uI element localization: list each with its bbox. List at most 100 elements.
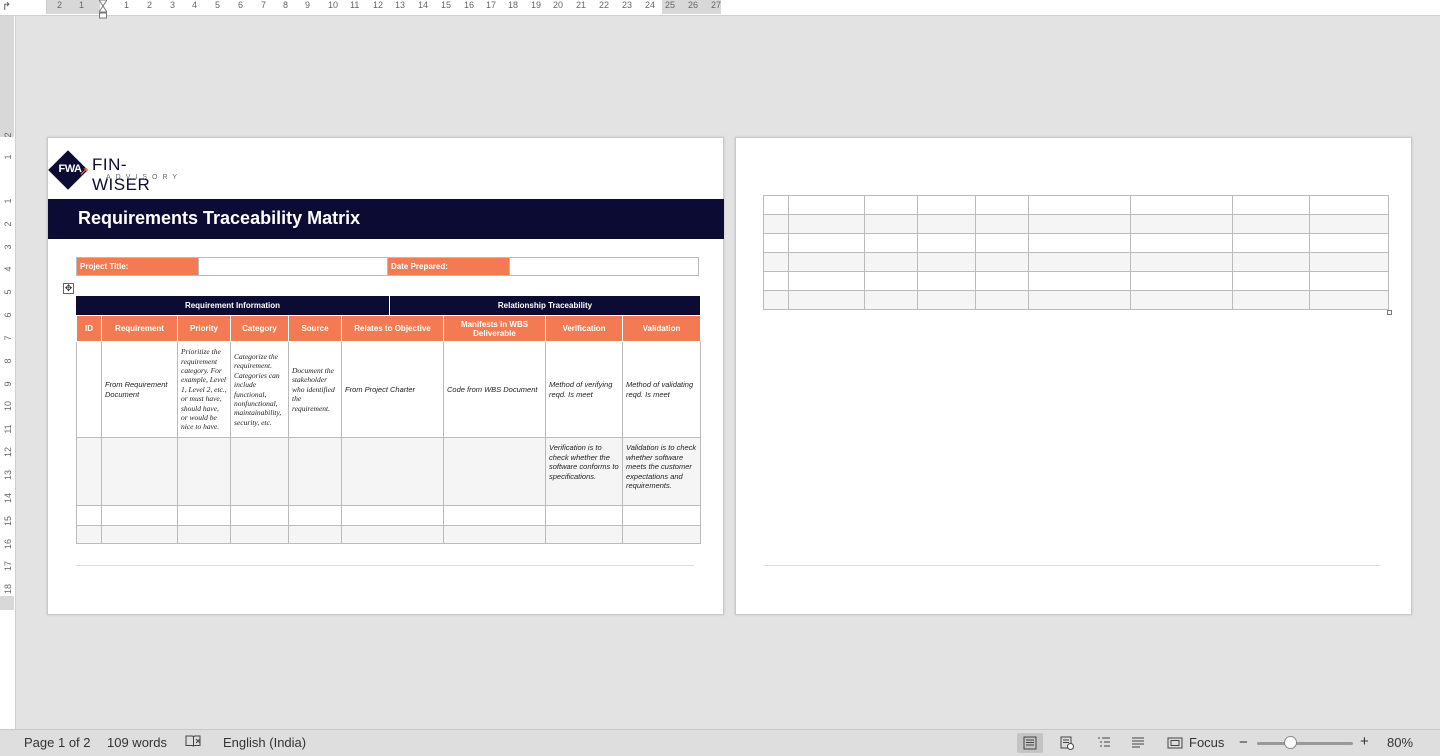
empty-cell[interactable] xyxy=(1232,290,1310,310)
empty-cell[interactable] xyxy=(177,505,231,526)
empty-cell[interactable] xyxy=(101,505,178,526)
cell-category[interactable] xyxy=(230,437,289,506)
empty-cell[interactable] xyxy=(763,195,789,215)
cell-validation[interactable]: Validation is to check whether software … xyxy=(622,437,701,506)
empty-cell[interactable] xyxy=(763,233,789,253)
cell-objective[interactable] xyxy=(341,437,444,506)
cell-wbs[interactable] xyxy=(443,437,546,506)
document-page-1[interactable]: FWA ➚ FIN-WISER ADVISORY Requirements Tr… xyxy=(47,137,724,615)
empty-cell[interactable] xyxy=(864,214,918,234)
cell-verification[interactable]: Method of verifying reqd. Is meet xyxy=(545,341,623,438)
cell-requirement[interactable] xyxy=(101,437,178,506)
table-resize-handle[interactable] xyxy=(1387,310,1392,315)
empty-cell[interactable] xyxy=(763,252,789,272)
empty-cell[interactable] xyxy=(1309,290,1389,310)
document-title[interactable]: Requirements Traceability Matrix xyxy=(78,208,360,229)
empty-cell[interactable] xyxy=(975,271,1029,291)
empty-cell[interactable] xyxy=(1028,252,1131,272)
language-indicator[interactable]: English (India) xyxy=(223,735,306,750)
zoom-slider[interactable] xyxy=(1257,742,1353,745)
cell-priority[interactable]: Prioritize the requirement category. For… xyxy=(177,341,231,438)
project-title-field[interactable] xyxy=(198,258,388,275)
empty-cell[interactable] xyxy=(1309,252,1389,272)
empty-cell[interactable] xyxy=(975,233,1029,253)
proofing-icon[interactable] xyxy=(185,735,202,751)
date-prepared-field[interactable] xyxy=(509,258,698,275)
empty-cell[interactable] xyxy=(1232,252,1310,272)
zoom-in-button[interactable]: + xyxy=(1360,733,1369,750)
empty-cell[interactable] xyxy=(763,271,789,291)
empty-cell[interactable] xyxy=(917,252,976,272)
empty-cell[interactable] xyxy=(1130,195,1233,215)
empty-cell[interactable] xyxy=(341,525,444,544)
empty-cell[interactable] xyxy=(788,271,865,291)
zoom-level[interactable]: 80% xyxy=(1387,735,1413,750)
empty-cell[interactable] xyxy=(864,233,918,253)
cell-requirement[interactable]: From Requirement Document xyxy=(101,341,178,438)
cell-source[interactable]: Document the stakeholder who identified … xyxy=(288,341,342,438)
empty-cell[interactable] xyxy=(1028,271,1131,291)
empty-cell[interactable] xyxy=(545,525,623,544)
empty-cell[interactable] xyxy=(864,271,918,291)
empty-cell[interactable] xyxy=(975,290,1029,310)
cell-id[interactable] xyxy=(76,341,102,438)
cell-priority[interactable] xyxy=(177,437,231,506)
empty-cell[interactable] xyxy=(1309,195,1389,215)
empty-cell[interactable] xyxy=(1028,290,1131,310)
empty-table[interactable] xyxy=(763,195,1389,310)
empty-cell[interactable] xyxy=(1309,271,1389,291)
empty-cell[interactable] xyxy=(788,252,865,272)
empty-cell[interactable] xyxy=(864,252,918,272)
empty-cell[interactable] xyxy=(788,214,865,234)
empty-cell[interactable] xyxy=(288,525,342,544)
empty-cell[interactable] xyxy=(443,505,546,526)
empty-cell[interactable] xyxy=(622,525,701,544)
empty-cell[interactable] xyxy=(788,233,865,253)
empty-cell[interactable] xyxy=(917,233,976,253)
web-layout-view-icon[interactable] xyxy=(1054,733,1080,753)
empty-cell[interactable] xyxy=(76,505,102,526)
empty-cell[interactable] xyxy=(1028,214,1131,234)
cell-id[interactable] xyxy=(76,437,102,506)
empty-cell[interactable] xyxy=(975,214,1029,234)
focus-label[interactable]: Focus xyxy=(1189,735,1224,750)
cell-source[interactable] xyxy=(288,437,342,506)
empty-cell[interactable] xyxy=(917,195,976,215)
empty-cell[interactable] xyxy=(1232,214,1310,234)
traceability-table[interactable]: ID Requirement Priority Category Source … xyxy=(76,315,701,544)
page-count[interactable]: Page 1 of 2 xyxy=(24,735,91,750)
empty-cell[interactable] xyxy=(443,525,546,544)
empty-cell[interactable] xyxy=(1232,233,1310,253)
empty-cell[interactable] xyxy=(1028,195,1131,215)
empty-cell[interactable] xyxy=(917,271,976,291)
indent-marker-icon[interactable] xyxy=(99,0,107,20)
cell-category[interactable]: Categorize the requirement. Categories c… xyxy=(230,341,289,438)
empty-cell[interactable] xyxy=(864,195,918,215)
empty-cell[interactable] xyxy=(288,505,342,526)
empty-cell[interactable] xyxy=(1232,271,1310,291)
empty-cell[interactable] xyxy=(341,505,444,526)
empty-cell[interactable] xyxy=(763,290,789,310)
empty-cell[interactable] xyxy=(788,290,865,310)
empty-cell[interactable] xyxy=(917,214,976,234)
empty-cell[interactable] xyxy=(975,195,1029,215)
empty-cell[interactable] xyxy=(1309,233,1389,253)
empty-cell[interactable] xyxy=(1130,233,1233,253)
empty-cell[interactable] xyxy=(1028,233,1131,253)
horizontal-ruler[interactable]: ↱ 2 1 1 2 3 4 5 6 7 8 9 10 11 12 13 14 15 16 17 18 19 20 21 22 2… xyxy=(0,0,1440,19)
draft-view-icon[interactable] xyxy=(1125,733,1151,753)
empty-cell[interactable] xyxy=(545,505,623,526)
empty-cell[interactable] xyxy=(1309,214,1389,234)
table-move-handle-icon[interactable]: ✥ xyxy=(63,283,74,294)
empty-cell[interactable] xyxy=(177,525,231,544)
zoom-out-button[interactable]: − xyxy=(1239,734,1248,751)
word-count[interactable]: 109 words xyxy=(107,735,167,750)
empty-cell[interactable] xyxy=(763,214,789,234)
empty-cell[interactable] xyxy=(864,290,918,310)
empty-cell[interactable] xyxy=(788,195,865,215)
print-layout-view-icon[interactable] xyxy=(1017,733,1043,753)
empty-cell[interactable] xyxy=(1130,252,1233,272)
empty-cell[interactable] xyxy=(1130,214,1233,234)
cell-verification[interactable]: Verification is to check whether the sof… xyxy=(545,437,623,506)
empty-cell[interactable] xyxy=(1130,271,1233,291)
